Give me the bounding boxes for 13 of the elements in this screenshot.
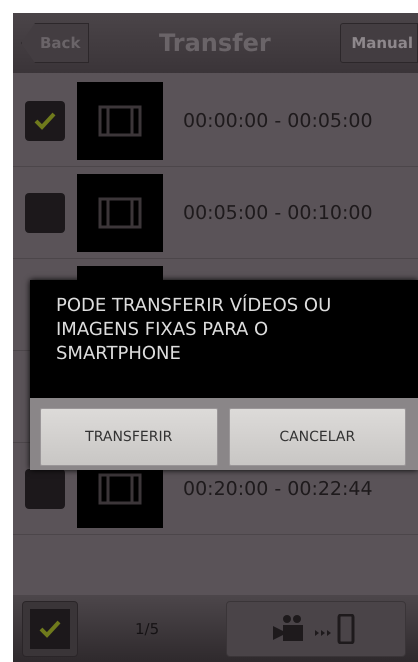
dialog-button[interactable]: TRANSFERIR — [40, 408, 218, 466]
time-range: 00:20:00 - 00:22:44 — [183, 478, 373, 500]
time-range: 00:00:00 - 00:05:00 — [183, 110, 373, 132]
film-icon — [98, 104, 142, 136]
dialog-message: PODE TRANSFERIR VÍDEOS OU IMAGENS FIXAS PARA O SMARTPHONE — [55, 293, 332, 366]
film-icon — [98, 196, 142, 228]
dialog-button[interactable]: CANCELAR — [228, 408, 406, 466]
time-range: 00:05:00 - 00:10:00 — [183, 202, 373, 224]
film-icon — [98, 472, 142, 504]
checkbox[interactable] — [25, 468, 65, 508]
select-all-checkbox[interactable] — [22, 600, 78, 656]
checkbox[interactable] — [25, 100, 65, 140]
checkbox[interactable] — [25, 192, 65, 232]
